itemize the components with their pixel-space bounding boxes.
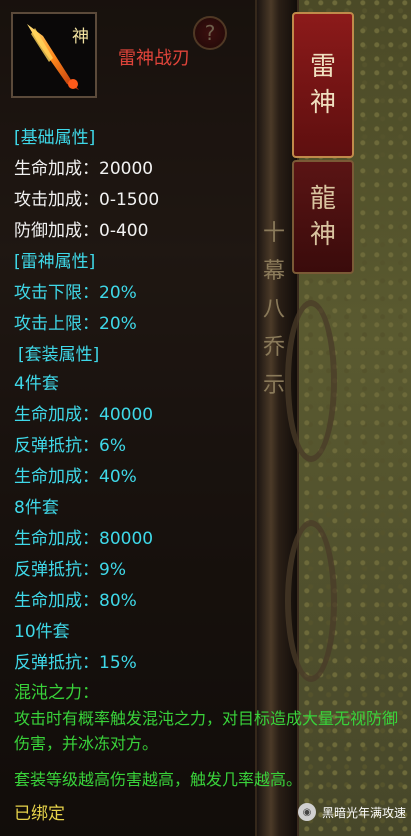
tab-label-char: 龍 — [309, 184, 336, 214]
set-attribute-line: 生命加成：80% — [14, 591, 137, 611]
wechat-icon: ◉ — [298, 803, 316, 821]
set-attributes-header: [套装属性] — [18, 345, 100, 365]
bound-status: 已绑定 — [14, 804, 65, 824]
pillar-rune: 示 — [262, 373, 285, 398]
tab-label-char: 神 — [309, 220, 336, 250]
set-tier-title: 10件套 — [14, 622, 70, 642]
item-icon: 神 — [11, 12, 97, 98]
dragon-coil-ornament — [285, 520, 337, 682]
set-attribute-line: 反弹抵抗：15% — [14, 653, 137, 673]
tab-thunder-god[interactable]: 雷 神 — [292, 12, 354, 158]
item-icon-glyph: 神 — [72, 27, 89, 47]
watermark: ◉ 黑暗光年满攻速 — [298, 803, 406, 821]
base-attributes-header: [基础属性] — [14, 128, 96, 148]
tab-dragon-god[interactable]: 龍 神 — [292, 160, 354, 274]
watermark-text: 黑暗光年满攻速 — [322, 805, 407, 820]
pillar-runes: 十 幕 八 乔 示 — [262, 215, 286, 405]
pillar-rune: 八 — [262, 297, 285, 322]
dragon-coil-ornament — [285, 300, 337, 462]
set-tier-title: 4件套 — [14, 374, 59, 394]
chaos-power-header: 混沌之力： — [14, 683, 99, 703]
set-attribute-line: 生命加成：40% — [14, 467, 137, 487]
attribute-line: 生命加成：20000 — [14, 159, 154, 179]
pillar-rune: 十 — [262, 221, 285, 246]
set-attribute-line: 生命加成：40000 — [14, 405, 154, 425]
set-attribute-line: 反弹抵抗：6% — [14, 436, 126, 456]
attribute-line: 攻击下限：20% — [14, 283, 137, 303]
set-tier-title: 8件套 — [14, 498, 59, 518]
pillar-rune: 乔 — [262, 335, 285, 360]
thunder-attributes-header: [雷神属性] — [14, 252, 96, 272]
set-attribute-line: 反弹抵抗：9% — [14, 560, 126, 580]
item-name: 雷神战刃 — [118, 48, 190, 69]
tab-label-char: 神 — [309, 88, 336, 118]
attribute-line: 防御加成：0-400 — [14, 221, 149, 241]
attribute-line: 攻击加成：0-1500 — [14, 190, 160, 210]
set-attribute-line: 生命加成：80000 — [14, 529, 154, 549]
set-bonus-description: 套装等级越高伤害越高，触发几率越高。 — [14, 770, 303, 789]
tab-label-char: 雷 — [309, 52, 336, 82]
chaos-power-description: 攻击时有概率触发混沌之力，对目标造成大量无视防御伤害，并冰冻对方。 — [14, 709, 399, 753]
attribute-line: 攻击上限：20% — [14, 314, 137, 334]
pillar-rune: 幕 — [262, 259, 285, 284]
